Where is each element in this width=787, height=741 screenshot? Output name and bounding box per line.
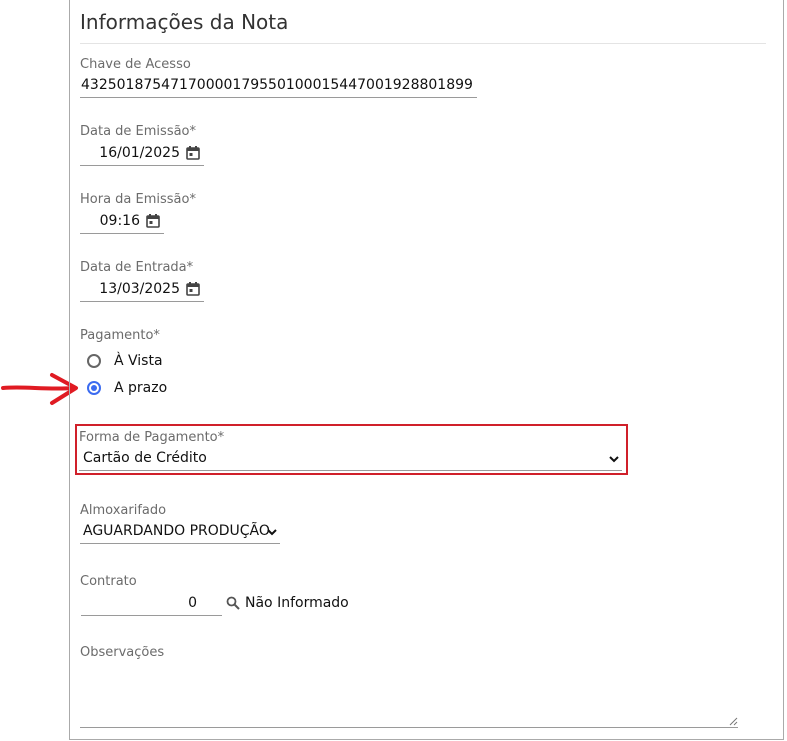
issue-date-field[interactable]: 16/01/2025 bbox=[80, 142, 204, 166]
notes-textarea[interactable] bbox=[80, 670, 738, 728]
access-key-field[interactable]: 4325018754717000017955010001544700192880… bbox=[80, 74, 477, 98]
contract-status: Não Informado bbox=[245, 595, 349, 611]
access-key-label: Chave de Acesso bbox=[80, 57, 191, 72]
warehouse-value: AGUARDANDO PRODUÇÃO bbox=[83, 523, 270, 539]
entry-date-field[interactable]: 13/03/2025 bbox=[80, 278, 204, 302]
radio-a-prazo[interactable] bbox=[87, 381, 101, 395]
radio-label-a-vista: À Vista bbox=[114, 353, 163, 369]
calendar-icon[interactable] bbox=[146, 214, 160, 228]
issue-time-value: 09:16 bbox=[99, 213, 140, 229]
issue-date-label: Data de Emissão* bbox=[80, 124, 197, 139]
payment-option-a-vista[interactable]: À Vista bbox=[87, 351, 163, 371]
title-divider bbox=[80, 43, 766, 44]
contract-value: 0 bbox=[188, 595, 197, 611]
invoice-info-panel: Informações da Nota Chave de Acesso 4325… bbox=[69, 0, 784, 740]
entry-date-value: 13/03/2025 bbox=[99, 281, 180, 297]
payment-method-value: Cartão de Crédito bbox=[83, 450, 207, 466]
resize-handle-icon[interactable] bbox=[729, 717, 738, 726]
calendar-icon[interactable] bbox=[186, 146, 200, 160]
payment-label: Pagamento* bbox=[80, 328, 160, 343]
issue-time-field[interactable]: 09:16 bbox=[80, 210, 164, 234]
warehouse-select[interactable]: AGUARDANDO PRODUÇÃO bbox=[80, 520, 280, 544]
contract-field[interactable]: 0 bbox=[81, 592, 222, 616]
entry-date-label: Data de Entrada* bbox=[80, 260, 194, 275]
payment-method-select[interactable]: Cartão de Crédito bbox=[79, 447, 622, 471]
issue-date-value: 16/01/2025 bbox=[99, 145, 180, 161]
access-key-value: 4325018754717000017955010001544700192880… bbox=[81, 77, 473, 93]
radio-a-vista[interactable] bbox=[87, 354, 101, 368]
radio-label-a-prazo: A prazo bbox=[114, 380, 168, 396]
payment-method-label: Forma de Pagamento* bbox=[79, 430, 225, 445]
contract-label: Contrato bbox=[80, 574, 137, 589]
payment-option-a-prazo[interactable]: A prazo bbox=[87, 378, 167, 398]
calendar-icon[interactable] bbox=[186, 282, 200, 296]
annotation-arrow-icon bbox=[1, 373, 78, 405]
search-icon[interactable] bbox=[226, 596, 240, 610]
section-title: Informações da Nota bbox=[80, 10, 289, 34]
issue-time-label: Hora da Emissão* bbox=[80, 192, 196, 207]
notes-label: Observações bbox=[80, 645, 165, 660]
warehouse-label: Almoxarifado bbox=[80, 503, 167, 518]
chevron-down-icon bbox=[609, 456, 619, 463]
chevron-down-icon bbox=[267, 529, 277, 536]
